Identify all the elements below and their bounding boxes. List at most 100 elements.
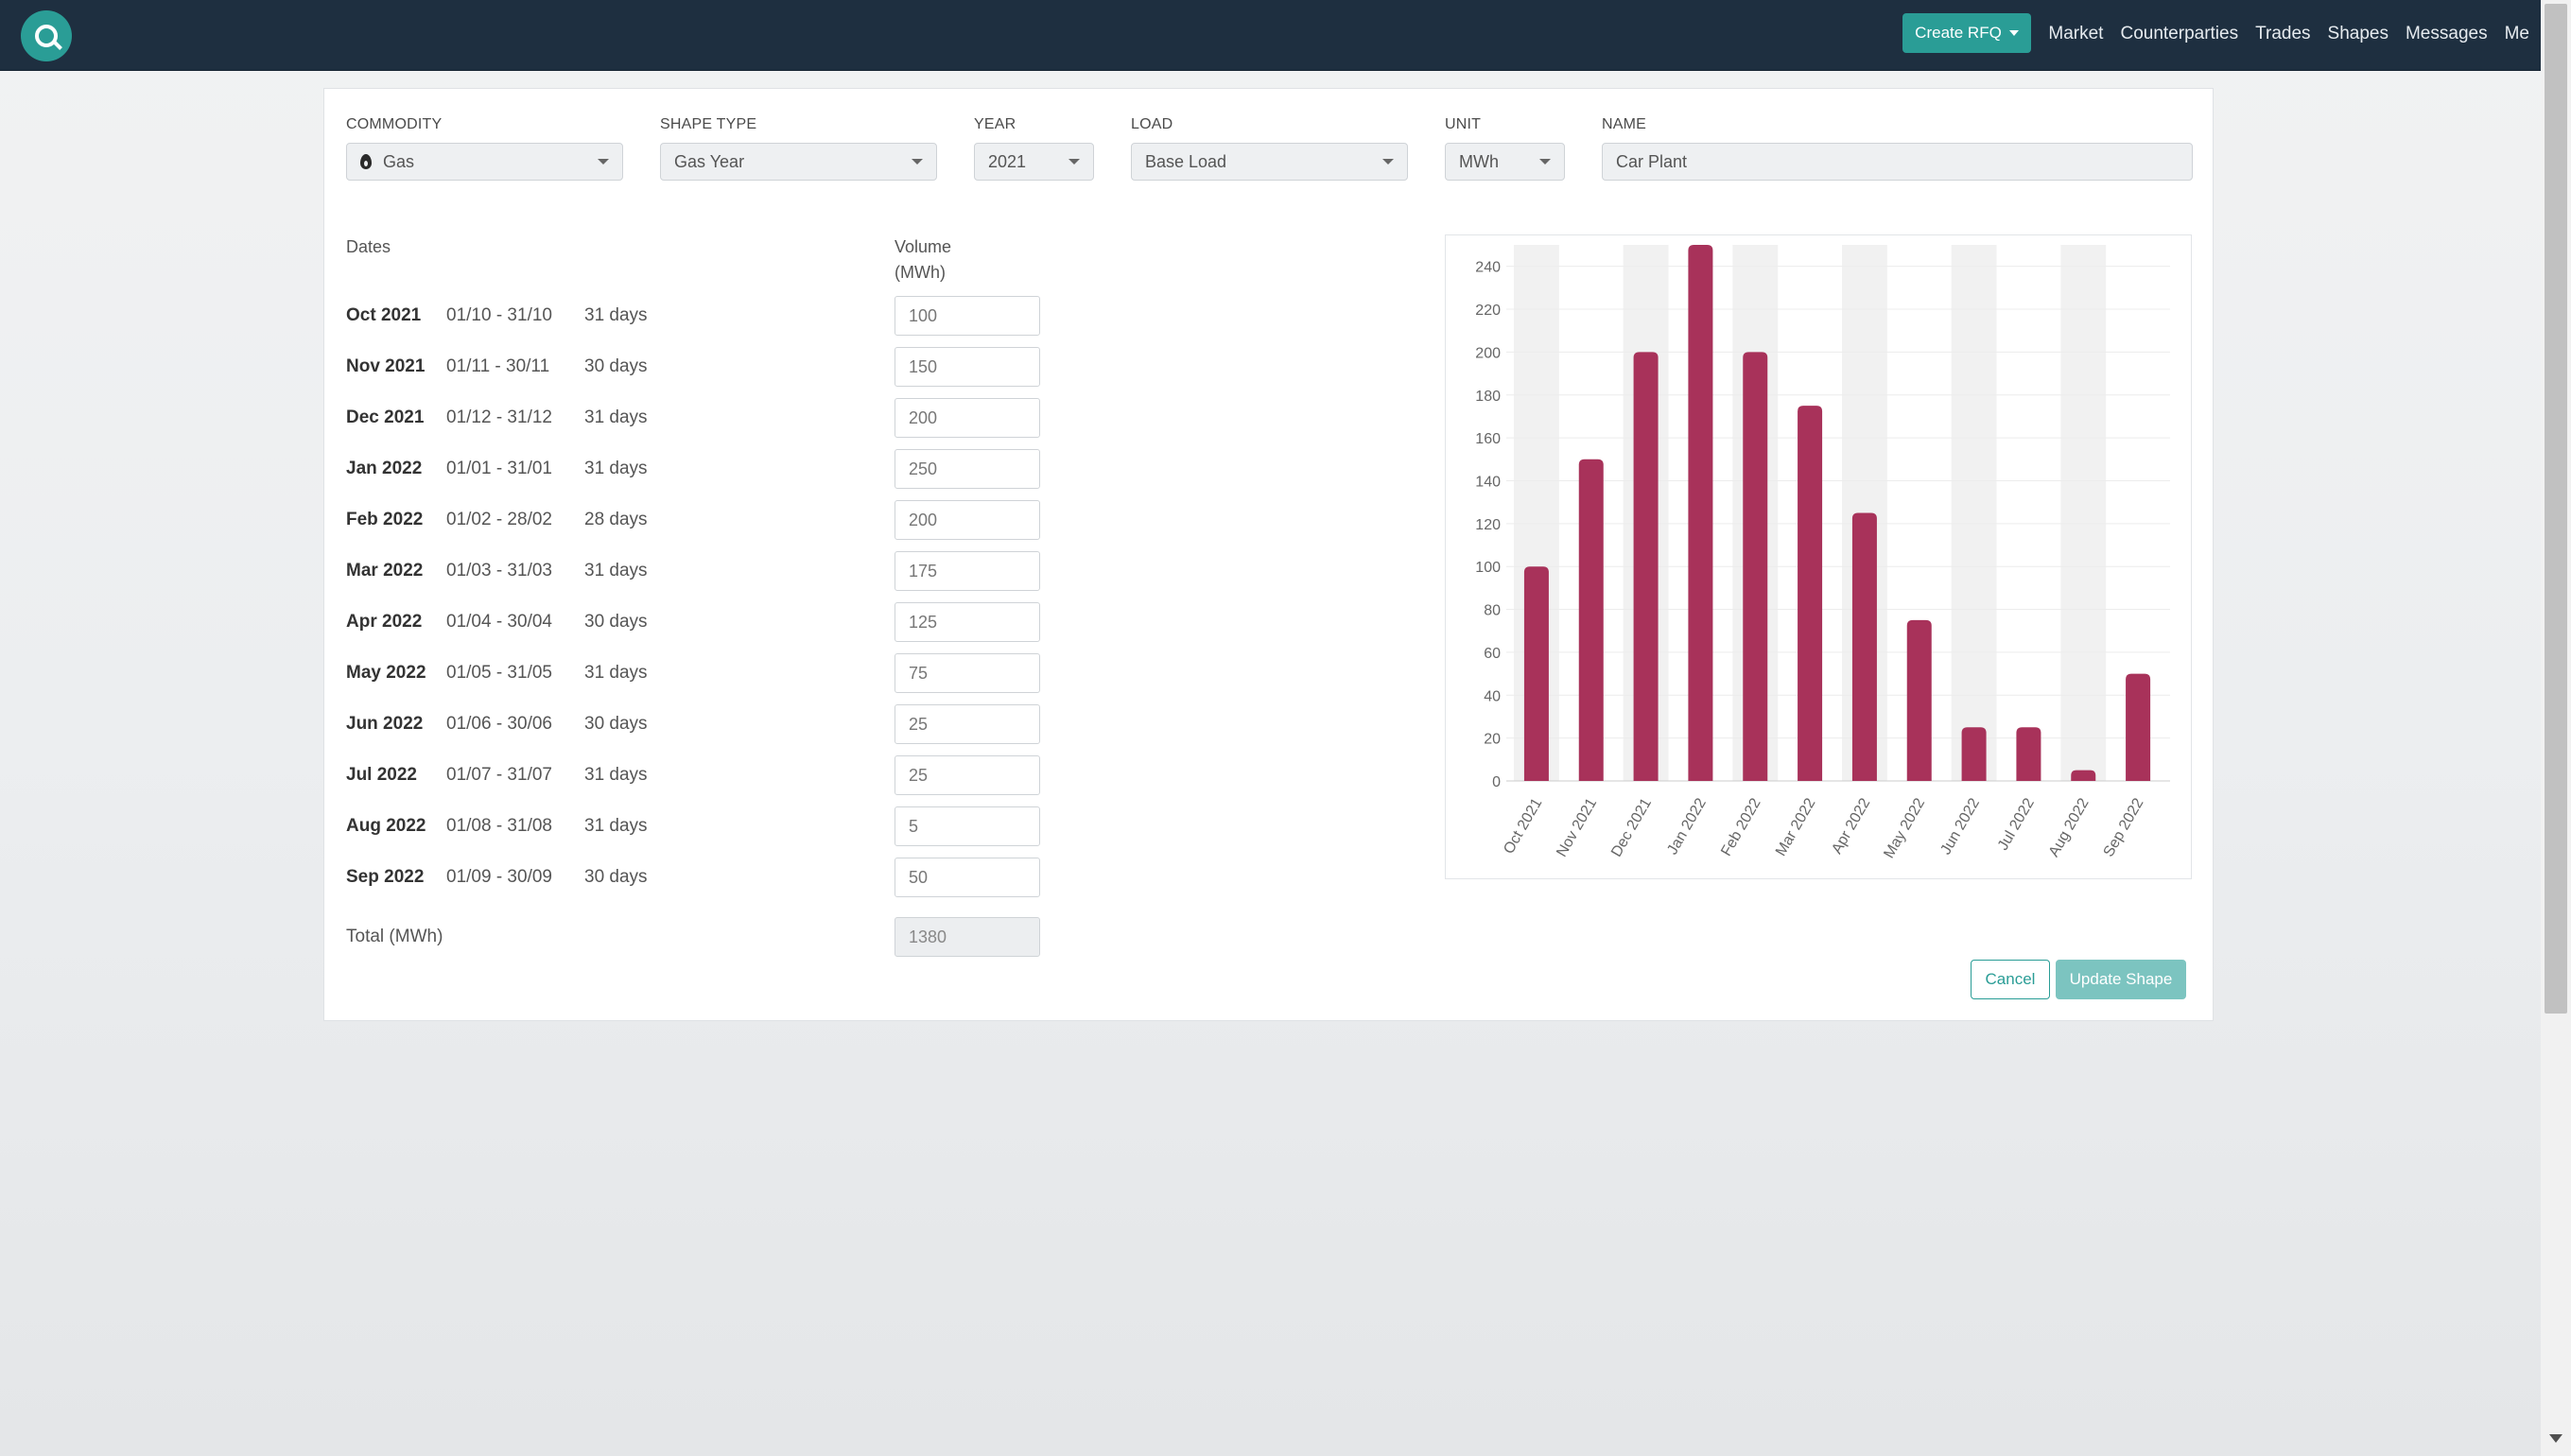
y-tick-label: 60 <box>1484 646 1501 662</box>
nav-link-me[interactable]: Me <box>2505 24 2529 44</box>
row-days: 31 days <box>584 816 648 836</box>
volume-input[interactable]: 250 <box>895 449 1040 489</box>
row-month: May 2022 <box>346 663 426 683</box>
x-tick-label: Apr 2022 <box>1829 795 1873 857</box>
table-row: Jan 2022 01/01 - 31/01 31 days 250 <box>346 449 1046 489</box>
x-tick-label: Aug 2022 <box>2046 795 2093 859</box>
nav-link-counterparties[interactable]: Counterparties <box>2120 24 2238 44</box>
row-days: 31 days <box>584 407 648 427</box>
volume-input[interactable]: 200 <box>895 398 1040 438</box>
unit-select[interactable]: MWh <box>1445 143 1565 181</box>
nav-link-trades[interactable]: Trades <box>2255 24 2310 44</box>
y-tick-label: 40 <box>1484 688 1501 704</box>
y-tick-label: 100 <box>1475 560 1501 576</box>
nav-links: Market Counterparties Trades Shapes Mess… <box>2048 0 2529 68</box>
table-row: Oct 2021 01/10 - 31/10 31 days 100 <box>346 296 1046 336</box>
cancel-button[interactable]: Cancel <box>1971 960 2050 999</box>
volume-input[interactable]: 125 <box>895 602 1040 642</box>
y-tick-label: 0 <box>1492 774 1501 790</box>
y-tick-label: 200 <box>1475 345 1501 361</box>
load-select[interactable]: Base Load <box>1131 143 1408 181</box>
volume-input[interactable]: 150 <box>895 347 1040 387</box>
table-row: Aug 2022 01/08 - 31/08 31 days 5 <box>346 806 1046 846</box>
volume-input[interactable]: 25 <box>895 704 1040 744</box>
nav-link-market[interactable]: Market <box>2048 24 2103 44</box>
chart-bar[interactable] <box>1688 245 1713 781</box>
flame-icon <box>360 154 372 169</box>
chart-bar[interactable] <box>1798 406 1823 781</box>
row-date-range: 01/08 - 31/08 <box>446 816 552 836</box>
logo-icon <box>35 25 58 47</box>
volume-input[interactable]: 50 <box>895 858 1040 897</box>
x-tick-label: Nov 2021 <box>1554 795 1600 859</box>
row-month: Oct 2021 <box>346 305 422 325</box>
shape-type-value: Gas Year <box>674 151 745 171</box>
chart-bar[interactable] <box>1743 352 1768 781</box>
year-select[interactable]: 2021 <box>974 143 1094 181</box>
chart-bar[interactable] <box>2071 770 2096 781</box>
year-label: YEAR <box>974 116 1016 132</box>
volume-input[interactable]: 5 <box>895 806 1040 846</box>
volume-unit-header: (MWh) <box>895 263 946 282</box>
update-shape-button[interactable]: Update Shape <box>2056 960 2186 999</box>
volume-chart: 0 20 40 60 80 100 120 140 160 180 200 220 240 Oct 202… <box>1445 234 2192 879</box>
x-tick-label: Mar 2022 <box>1773 795 1819 858</box>
load-label: LOAD <box>1131 116 1173 132</box>
table-row: Jun 2022 01/06 - 30/06 30 days 25 <box>346 704 1046 744</box>
x-tick-label: Jun 2022 <box>1937 795 1983 858</box>
chart-bar[interactable] <box>1523 566 1549 781</box>
row-date-range: 01/06 - 30/06 <box>446 714 552 734</box>
chart-bar[interactable] <box>1633 352 1659 781</box>
chart-band <box>1951 245 1997 781</box>
name-label: NAME <box>1602 116 1647 132</box>
year-value: 2021 <box>988 151 1027 171</box>
y-tick-label: 140 <box>1475 474 1501 490</box>
create-rfq-button[interactable]: Create RFQ <box>1902 13 2031 53</box>
scroll-down-arrow-icon[interactable] <box>2549 1434 2562 1443</box>
row-month: Mar 2022 <box>346 561 424 581</box>
table-row: Dec 2021 01/12 - 31/12 31 days 200 <box>346 398 1046 438</box>
y-tick-label: 220 <box>1475 303 1501 319</box>
app-logo[interactable] <box>21 10 72 61</box>
y-tick-label: 120 <box>1475 517 1501 533</box>
row-days: 30 days <box>584 867 648 887</box>
chevron-down-icon <box>1068 159 1080 165</box>
chart-bar[interactable] <box>2016 727 2041 781</box>
table-row: May 2022 01/05 - 31/05 31 days 75 <box>346 653 1046 693</box>
row-days: 31 days <box>584 663 648 683</box>
scrollbar-thumb[interactable] <box>2545 4 2567 1014</box>
name-value: Car Plant <box>1616 151 1688 171</box>
row-month: Aug 2022 <box>346 816 426 836</box>
shape-type-select[interactable]: Gas Year <box>660 143 937 181</box>
commodity-select[interactable]: Gas <box>346 143 623 181</box>
dates-header: Dates <box>346 237 391 256</box>
chart-bar[interactable] <box>1578 459 1604 781</box>
total-field: 1380 <box>895 917 1040 957</box>
y-tick-label: 20 <box>1484 732 1501 748</box>
volume-input[interactable]: 200 <box>895 500 1040 540</box>
chevron-down-icon <box>598 159 609 165</box>
row-month: Jul 2022 <box>346 765 417 785</box>
row-date-range: 01/05 - 31/05 <box>446 663 552 683</box>
volume-input[interactable]: 175 <box>895 551 1040 591</box>
x-tick-label: Sep 2022 <box>2101 795 2147 859</box>
y-tick-label: 180 <box>1475 389 1501 405</box>
chart-bar[interactable] <box>1961 727 1987 781</box>
page-scrollbar[interactable] <box>2541 0 2571 1456</box>
row-month: Sep 2022 <box>346 867 425 887</box>
name-input[interactable]: Car Plant <box>1602 143 2193 181</box>
row-days: 31 days <box>584 305 648 325</box>
volume-input[interactable]: 25 <box>895 755 1040 795</box>
row-date-range: 01/12 - 31/12 <box>446 407 552 427</box>
volume-input[interactable]: 100 <box>895 296 1040 336</box>
chart-bar[interactable] <box>1906 619 1932 781</box>
chart-bar[interactable] <box>1851 512 1877 782</box>
chart-bar[interactable] <box>2126 673 2151 781</box>
row-days: 30 days <box>584 714 648 734</box>
commodity-label: COMMODITY <box>346 116 443 132</box>
unit-label: UNIT <box>1445 116 1482 132</box>
volume-header: Volume <box>895 237 952 256</box>
volume-input[interactable]: 75 <box>895 653 1040 693</box>
nav-link-messages[interactable]: Messages <box>2406 24 2488 44</box>
nav-link-shapes[interactable]: Shapes <box>2328 24 2389 44</box>
